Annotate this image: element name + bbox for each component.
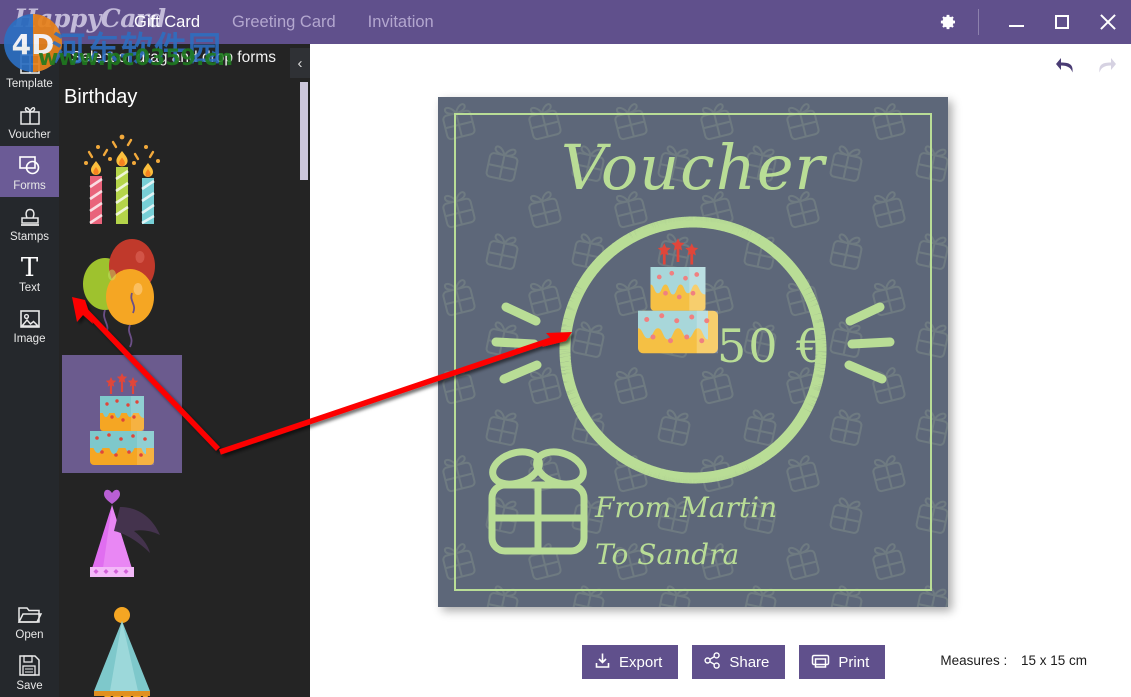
measures-label: Measures : xyxy=(940,653,1008,668)
forms-panel: Select or drag and drop forms ‹ Birthday xyxy=(59,44,310,697)
rail-label-voucher: Voucher xyxy=(8,129,51,141)
rail-item-voucher[interactable]: Voucher xyxy=(0,95,59,146)
rail-item-image[interactable]: Image xyxy=(0,299,59,350)
rail-label-forms: Forms xyxy=(13,180,46,192)
maximize-button[interactable] xyxy=(1039,0,1085,44)
image-icon xyxy=(18,306,42,331)
voucher-card[interactable]: Voucher 50 € From Martin To Sandra xyxy=(438,97,948,607)
printer-icon xyxy=(811,652,830,673)
stamp-icon xyxy=(18,204,42,229)
left-rail: Template Voucher Forms Stamps T Text Ima… xyxy=(0,44,59,697)
category-title-birthday: Birthday xyxy=(64,86,138,108)
share-nodes-icon xyxy=(704,651,721,673)
share-button-label: Share xyxy=(729,653,770,671)
window-controls xyxy=(924,0,1131,44)
tab-gift-card[interactable]: Gift Card xyxy=(118,13,216,32)
titlebar-divider xyxy=(978,9,979,35)
rail-item-save[interactable]: Save xyxy=(0,646,59,697)
form-item-birthday-candles[interactable] xyxy=(62,115,182,233)
form-item-birthday-cake[interactable] xyxy=(62,355,182,473)
form-item-party-hat-purple[interactable] xyxy=(62,475,182,593)
export-button-label: Export xyxy=(619,653,663,671)
card-from-line[interactable]: From Martin xyxy=(595,484,777,531)
minimize-button[interactable] xyxy=(993,0,1039,44)
text-t-icon: T xyxy=(20,252,39,283)
print-button[interactable]: Print xyxy=(799,645,886,679)
measures-value: 15 x 15 cm xyxy=(1020,653,1087,668)
form-item-party-hat-teal[interactable] xyxy=(62,595,182,697)
forms-panel-header: Select or drag and drop forms xyxy=(71,49,277,66)
measures-readout: Measures : 15 x 15 cm xyxy=(940,653,1087,668)
settings-gear-icon[interactable] xyxy=(924,0,970,44)
rail-bottom-group: Open Save xyxy=(0,595,59,697)
download-icon xyxy=(594,652,611,673)
scrollbar-thumb[interactable] xyxy=(300,82,308,180)
export-button[interactable]: Export xyxy=(582,645,679,679)
rail-label-stamps: Stamps xyxy=(10,231,49,243)
rail-item-open[interactable]: Open xyxy=(0,595,59,646)
close-button[interactable] xyxy=(1085,0,1131,44)
card-to-line[interactable]: To Sandra xyxy=(595,531,777,578)
app-window: HappyCard Gift Card Greeting Card Invita… xyxy=(0,0,1131,697)
rays-left xyxy=(491,302,542,384)
rail-item-stamps[interactable]: Stamps xyxy=(0,197,59,248)
rail-item-forms[interactable]: Forms xyxy=(0,146,59,197)
forms-panel-scroll-area: Birthday xyxy=(59,78,299,697)
folder-icon xyxy=(17,602,43,627)
rail-label-text: Text xyxy=(18,282,41,294)
rail-item-text[interactable]: T Text xyxy=(0,248,59,299)
card-gift-outline-icon[interactable] xyxy=(482,447,594,559)
title-bar: HappyCard Gift Card Greeting Card Invita… xyxy=(0,0,1131,44)
grid-icon xyxy=(18,51,42,76)
card-cake-graphic[interactable] xyxy=(613,222,743,382)
rail-label-open: Open xyxy=(15,629,44,641)
floppy-disk-icon xyxy=(18,653,41,678)
rail-label-image: Image xyxy=(13,333,46,345)
rail-item-template[interactable]: Template xyxy=(0,44,59,95)
forms-grid-birthday xyxy=(59,115,299,697)
redo-button[interactable] xyxy=(1089,52,1121,82)
undo-redo-group xyxy=(1051,52,1121,82)
print-button-label: Print xyxy=(838,653,870,671)
share-button[interactable]: Share xyxy=(692,645,786,679)
rail-label-save: Save xyxy=(16,680,43,692)
form-item-balloons[interactable] xyxy=(62,235,182,353)
action-buttons: Export Share Print xyxy=(582,645,886,679)
undo-button[interactable] xyxy=(1051,52,1083,82)
shapes-icon xyxy=(17,153,43,178)
forms-panel-scrollbar[interactable] xyxy=(300,82,308,682)
main-tabs: Gift Card Greeting Card Invitation xyxy=(118,0,450,44)
gift-icon xyxy=(18,102,42,127)
rail-label-template: Template xyxy=(6,78,53,90)
collapse-panel-button[interactable]: ‹ xyxy=(290,48,310,78)
tab-greeting-card[interactable]: Greeting Card xyxy=(216,13,352,32)
canvas-area: Voucher 50 € From Martin To Sandra xyxy=(310,44,1131,697)
bottom-action-bar: Export Share Print Measures: 15 x 15 cm xyxy=(310,641,1131,687)
tab-invitation[interactable]: Invitation xyxy=(352,13,450,32)
card-recipient-block[interactable]: From Martin To Sandra xyxy=(595,484,777,578)
rays-right xyxy=(844,302,895,384)
